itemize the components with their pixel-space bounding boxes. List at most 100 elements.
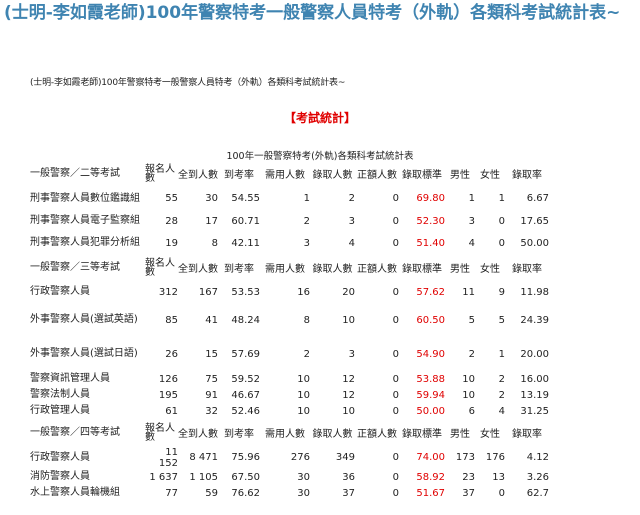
table-cell: 8 [211, 237, 218, 249]
table-cell: 11.98 [520, 286, 549, 298]
table-cell: 0 [392, 405, 399, 417]
table-cell: 8 [303, 314, 310, 326]
admission-standard-cell: 58.92 [416, 471, 445, 483]
table-cell: 1 [498, 193, 505, 204]
table-cell: 52.46 [231, 405, 260, 417]
table-cell: 3 [303, 237, 310, 249]
column-header: 正額人數 [357, 429, 397, 440]
column-header: 男性 [450, 170, 470, 181]
table-cell: 85 [165, 314, 178, 326]
table-cell: 11 [462, 286, 475, 298]
table-cell: 36 [342, 471, 355, 483]
table-cell: 0 [392, 193, 399, 204]
column-header: 錄取標準 [402, 264, 442, 275]
table-cell: 195 [158, 389, 178, 401]
table-cell: 2 [468, 348, 475, 360]
table-cell: 46.67 [231, 389, 260, 401]
table-cell: 1 637 [149, 471, 178, 483]
table-cell: 4 [348, 237, 355, 249]
table-cell: 2 [303, 348, 310, 360]
table-cell: 1 [303, 193, 310, 204]
table-cell: 19 [165, 237, 178, 249]
post-title[interactable]: (士明-李如霞老師)100年警察特考一般警察人員特考（外軌）各類科考試統計表~ [4, 2, 624, 24]
table-row: 行政警察人員 11 152 8 471 75.96 276 349 0 74.00 173 176… [30, 446, 549, 469]
table-cell: 0 [498, 237, 505, 249]
table-cell: 75.96 [231, 452, 260, 463]
table-cell: 16.00 [520, 373, 549, 385]
column-header: 女性 [480, 170, 500, 181]
table-cell: 60.71 [231, 215, 260, 227]
table-cell: 59 [205, 487, 218, 499]
table-cell: 8 471 [189, 452, 218, 463]
group-header-row: 一般警察／三等考試 報名人數 全到人數 到考率 需用人數 錄取人數 正額人數 錄取標準 男性 女性… [30, 254, 549, 281]
page: (士明-李如霞老師)100年警察特考一般警察人員特考（外軌）各類科考試統計表~ … [0, 0, 640, 515]
row-category-name: 警察法制人員 [30, 389, 90, 400]
table-cell: 13.19 [520, 389, 549, 401]
table-cell: 76.62 [231, 487, 260, 499]
table-cell: 0 [392, 471, 399, 483]
table-cell: 1 [498, 348, 505, 360]
table-cell: 6.67 [526, 193, 549, 204]
table-cell: 55 [165, 193, 178, 204]
column-header: 女性 [480, 264, 500, 275]
table-cell: 48.24 [231, 314, 260, 326]
table-cell: 9 [498, 286, 505, 298]
group-title: 一般警察／四等考試 [30, 426, 120, 438]
table-cell: 0 [392, 373, 399, 385]
admission-standard-cell: 69.80 [416, 193, 445, 204]
table-cell: 0 [498, 487, 505, 499]
table-cell: 62.7 [526, 487, 549, 499]
row-category-name: 行政警察人員 [30, 451, 90, 463]
column-header: 錄取率 [512, 429, 542, 440]
table-row: 刑事警察人員數位鑑識組 55 30 54.55 1 2 0 69.80 1 1 6.67 [30, 187, 549, 210]
row-category-name: 外事警察人員(選試英語) [30, 314, 138, 325]
table-cell: 17.65 [520, 215, 549, 227]
admission-standard-cell: 53.88 [416, 373, 445, 385]
table-cell: 17 [205, 215, 218, 227]
table-cell: 59.52 [231, 373, 260, 385]
table-cell: 349 [335, 452, 355, 463]
admission-standard-cell: 54.90 [416, 348, 445, 360]
row-category-name: 警察資訊管理人員 [30, 373, 110, 384]
section-title: 【考試統計】 [283, 111, 356, 125]
admission-standard-cell: 74.00 [416, 452, 445, 463]
row-category-name: 刑事警察人員電子監察組 [30, 215, 140, 226]
table-cell: 32 [205, 405, 218, 417]
row-category-name: 外事警察人員(選試日語) [30, 348, 138, 359]
table-row: 刑事警察人員犯罪分析組 19 8 42.11 3 4 0 51.40 4 0 50.00 [30, 232, 549, 254]
admission-standard-cell: 50.00 [416, 405, 445, 417]
column-header: 全到人數 [178, 429, 218, 440]
column-header: 正額人數 [357, 264, 397, 275]
table-cell: 37 [342, 487, 355, 499]
table-cell: 77 [165, 487, 178, 499]
table-cell: 54.55 [231, 193, 260, 204]
group-title: 一般警察／三等考試 [30, 261, 120, 273]
table-cell: 173 [455, 452, 475, 463]
table-cell: 0 [392, 348, 399, 360]
table-cell: 10 [462, 389, 475, 401]
table-cell: 0 [498, 215, 505, 227]
table-cell: 3 [348, 215, 355, 227]
column-header: 需用人數 [265, 429, 305, 440]
column-header: 錄取率 [512, 264, 542, 275]
column-header: 正額人數 [357, 170, 397, 181]
table-cell: 0 [392, 487, 399, 499]
table-row: 消防警察人員 1 637 1 105 67.50 30 36 0 58.92 23 13 3.26 [30, 469, 549, 485]
table-cell: 41 [205, 314, 218, 326]
table-cell: 57.69 [231, 348, 260, 360]
admission-standard-cell: 51.67 [416, 487, 445, 499]
table-cell: 2 [498, 389, 505, 401]
column-header: 需用人數 [265, 264, 305, 275]
table-cell: 4 [498, 405, 505, 417]
table-cell: 5 [468, 314, 475, 326]
table-cell: 10 [297, 405, 310, 417]
group-header-row: 一般警察／二等考試 報名人數 全到人數 到考率 需用人數 錄取人數 正額人數 錄取標準 男性 女性… [30, 160, 549, 187]
column-header: 錄取標準 [402, 429, 442, 440]
table-cell: 53.53 [231, 286, 260, 298]
table-row: 行政警察人員 312 167 53.53 16 20 0 57.62 11 9 11.98 [30, 281, 549, 303]
table-cell: 20.00 [520, 348, 549, 360]
column-header: 男性 [450, 429, 470, 440]
table-cell: 10 [342, 405, 355, 417]
table-cell: 10 [462, 373, 475, 385]
table-cell: 0 [392, 314, 399, 326]
